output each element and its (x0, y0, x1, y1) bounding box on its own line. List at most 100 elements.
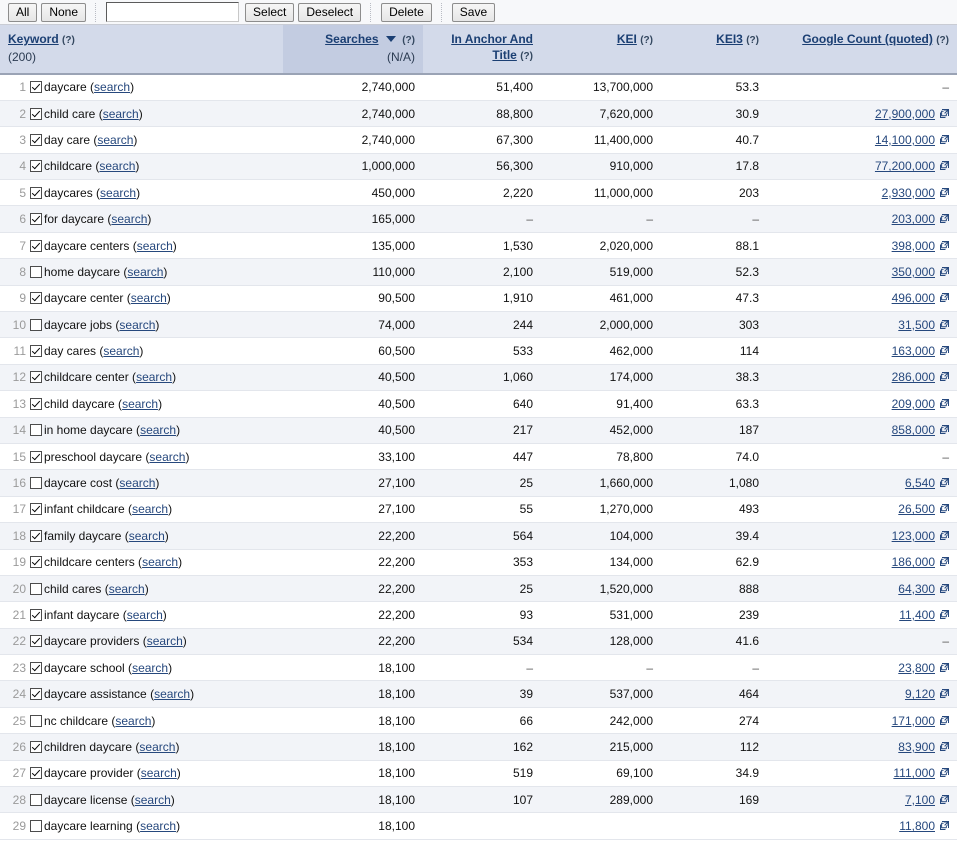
row-checkbox[interactable] (30, 318, 42, 331)
table-row[interactable]: 19 childcare centers (search) 22,200 353 134… (0, 549, 957, 576)
row-checkbox[interactable] (30, 635, 42, 648)
table-row[interactable]: 26 children daycare (search) 18,100 162 215,… (0, 733, 957, 761)
google-count-help-icon[interactable]: ? (936, 35, 949, 46)
column-header-google-count-link[interactable]: Google Count (quoted) (802, 32, 933, 46)
table-row[interactable]: 16 daycare cost (search) 27,100 25 1,660,000… (0, 469, 957, 497)
table-row[interactable]: 15 preschool daycare (search) 33,100 447 78,… (0, 443, 957, 471)
table-row[interactable]: 22 daycare providers (search) 22,200 534 128… (0, 628, 957, 656)
keyword-search-link[interactable]: search (137, 239, 173, 253)
keyword-search-link[interactable]: search (149, 450, 185, 464)
google-count-link[interactable]: 350,000 (892, 265, 935, 279)
table-row[interactable]: 7 daycare centers (search) 135,000 1,530 2,0… (0, 232, 957, 260)
google-count-link[interactable]: 27,900,000 (875, 107, 935, 121)
row-checkbox[interactable] (30, 213, 42, 226)
keyword-search-link[interactable]: search (97, 133, 133, 147)
keyword-search-link[interactable]: search (119, 318, 155, 332)
keyword-search-link[interactable]: search (111, 212, 147, 226)
row-checkbox[interactable] (30, 107, 42, 120)
google-count-link[interactable]: 77,200,000 (875, 159, 935, 173)
column-header-keyword[interactable]: Keyword ? (200) (0, 25, 283, 75)
row-checkbox[interactable] (30, 371, 42, 384)
google-count-link[interactable]: 186,000 (892, 555, 935, 569)
searches-help-icon[interactable]: ? (402, 35, 415, 46)
column-header-kei-link[interactable]: KEI (617, 32, 637, 46)
keyword-search-link[interactable]: search (127, 608, 163, 622)
keyword-search-link[interactable]: search (135, 793, 171, 807)
google-count-link[interactable]: 171,000 (892, 714, 935, 728)
row-checkbox[interactable] (30, 81, 42, 94)
table-row[interactable]: 25 nc childcare (search) 18,100 66 242,000 27… (0, 707, 957, 735)
table-row[interactable]: 18 family daycare (search) 22,200 564 104,00… (0, 522, 957, 550)
google-count-link[interactable]: 31,500 (898, 318, 935, 332)
google-count-link[interactable]: 123,000 (892, 529, 935, 543)
table-row[interactable]: 9 daycare center (search) 90,500 1,910 461,0… (0, 285, 957, 313)
row-checkbox[interactable] (30, 688, 42, 701)
table-row[interactable]: 14 in home daycare (search) 40,500 217 452,0… (0, 417, 957, 444)
keyword-search-link[interactable]: search (129, 529, 165, 543)
table-row[interactable]: 28 daycare license (search) 18,100 107 289,0… (0, 786, 957, 814)
keyword-search-link[interactable]: search (140, 423, 176, 437)
keyword-search-link[interactable]: search (142, 555, 178, 569)
row-checkbox[interactable] (30, 265, 42, 278)
table-row[interactable]: 3 day care (search) 2,740,000 67,300 11,400,… (0, 126, 957, 154)
row-checkbox[interactable] (30, 477, 42, 490)
google-count-link[interactable]: 64,300 (898, 582, 935, 596)
save-button[interactable]: Save (451, 2, 496, 22)
google-count-link[interactable]: 286,000 (892, 370, 935, 384)
keyword-search-link[interactable]: search (100, 186, 136, 200)
table-row[interactable]: 29 daycare learning (search) 18,100 11,800 (0, 812, 957, 840)
row-checkbox[interactable] (30, 556, 42, 569)
kei-help-icon[interactable]: ? (640, 35, 653, 46)
row-checkbox[interactable] (30, 345, 42, 358)
delete-button[interactable]: Delete (381, 2, 432, 22)
google-count-link[interactable]: 858,000 (892, 423, 935, 437)
google-count-link[interactable]: 398,000 (892, 239, 935, 253)
google-count-link[interactable]: 496,000 (892, 291, 935, 305)
google-count-link[interactable]: 83,900 (898, 740, 935, 754)
table-row[interactable]: 21 infant daycare (search) 22,200 93 531,000… (0, 601, 957, 629)
deselect-button[interactable]: Deselect (298, 2, 362, 22)
column-header-keyword-link[interactable]: Keyword (8, 32, 59, 46)
google-count-link[interactable]: 11,800 (899, 819, 935, 833)
keyword-search-link[interactable]: search (147, 634, 183, 648)
select-none-button[interactable]: None (41, 2, 87, 22)
keyword-search-link[interactable]: search (115, 714, 151, 728)
google-count-link[interactable]: 26,500 (898, 502, 935, 516)
row-checkbox[interactable] (30, 793, 42, 806)
anchor-title-help-icon[interactable]: ? (520, 51, 533, 62)
keyword-search-link[interactable]: search (99, 159, 135, 173)
table-row[interactable]: 4 childcare (search) 1,000,000 56,300 910,00… (0, 153, 957, 181)
keyword-search-link[interactable]: search (140, 819, 176, 833)
google-count-link[interactable]: 111,000 (893, 766, 935, 780)
keyword-search-link[interactable]: search (103, 344, 139, 358)
keyword-search-link[interactable]: search (136, 370, 172, 384)
column-header-kei[interactable]: KEI ? (541, 25, 661, 75)
select-button[interactable]: Select (245, 2, 295, 22)
keyword-search-link[interactable]: search (131, 291, 167, 305)
keyword-search-link[interactable]: search (109, 582, 145, 596)
column-header-kei3[interactable]: KEI3 ? (661, 25, 767, 75)
table-row[interactable]: 5 daycares (search) 450,000 2,220 11,000,000… (0, 179, 957, 207)
table-row[interactable]: 1 daycare (search) 2,740,000 51,400 13,700,0… (0, 74, 957, 101)
keyword-search-link[interactable]: search (127, 265, 163, 279)
row-checkbox[interactable] (30, 767, 42, 780)
google-count-link[interactable]: 163,000 (892, 344, 935, 358)
google-count-link[interactable]: 7,100 (905, 793, 935, 807)
column-header-anchor-title[interactable]: In Anchor And Title ? (423, 25, 541, 75)
google-count-link[interactable]: 23,800 (898, 661, 935, 675)
table-row[interactable]: 20 child cares (search) 22,200 25 1,520,000 8… (0, 575, 957, 603)
row-checkbox[interactable] (30, 450, 42, 463)
table-row[interactable]: 24 daycare assistance (search) 18,100 39 537… (0, 680, 957, 708)
keyword-search-link[interactable]: search (139, 740, 175, 754)
table-row[interactable]: 2 child care (search) 2,740,000 88,800 7,620… (0, 100, 957, 128)
google-count-link[interactable]: 6,540 (905, 476, 935, 490)
table-row[interactable]: 11 day cares (search) 60,500 533 462,000 114 1… (0, 337, 957, 365)
row-checkbox[interactable] (30, 133, 42, 146)
row-checkbox[interactable] (30, 582, 42, 595)
keyword-search-link[interactable]: search (94, 80, 130, 94)
row-checkbox[interactable] (30, 820, 42, 833)
keyword-search-link[interactable]: search (132, 502, 168, 516)
google-count-link[interactable]: 203,000 (892, 212, 935, 226)
table-row[interactable]: 27 daycare provider (search) 18,100 519 69,1… (0, 760, 957, 788)
keyword-search-link[interactable]: search (103, 107, 139, 121)
